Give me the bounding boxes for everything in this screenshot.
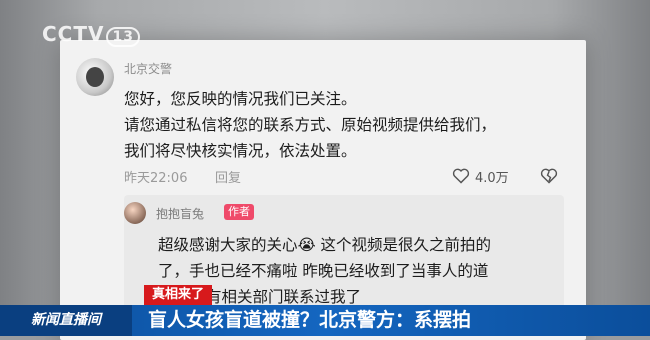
like-count: 4.0万	[475, 171, 509, 186]
news-headline: 盲人女孩盲道被撞？北京警方：系摆拍	[148, 309, 472, 331]
program-name: 新闻直播间	[0, 305, 132, 336]
reply-author-name[interactable]: 抱抱盲兔	[156, 205, 204, 222]
logo-text: CCTV	[42, 22, 105, 46]
heart-outline-icon[interactable]	[452, 168, 470, 184]
broken-heart-icon[interactable]	[540, 168, 558, 184]
reply-author-avatar[interactable]	[124, 202, 146, 224]
author-badge: 作者	[224, 204, 254, 220]
channel-logo: CCTV 13	[42, 22, 140, 47]
comment-line: 请您通过私信将您的联系方式、原始视频提供给我们，	[124, 116, 497, 134]
commenter-avatar[interactable]	[76, 58, 114, 96]
comment-line: 我们将尽快核实情况，依法处置。	[124, 142, 357, 160]
commenter-name[interactable]: 北京交警	[124, 60, 172, 77]
reply-line: 超级感谢大家的关心😭 这个视频是很久之前拍的	[158, 236, 492, 254]
reply-line: 有相关部门联系过我了	[206, 288, 362, 306]
comment-line: 您好，您反映的情况我们已关注。	[124, 90, 357, 108]
reply-button[interactable]: 回复	[215, 167, 241, 186]
reply-line: 了，手也已经不痛啦 昨晚已经收到了当事人的道	[158, 262, 489, 280]
channel-number: 13	[106, 27, 140, 47]
news-tag: 真相来了	[144, 285, 213, 305]
comment-timestamp: 昨天22:06	[124, 171, 188, 186]
